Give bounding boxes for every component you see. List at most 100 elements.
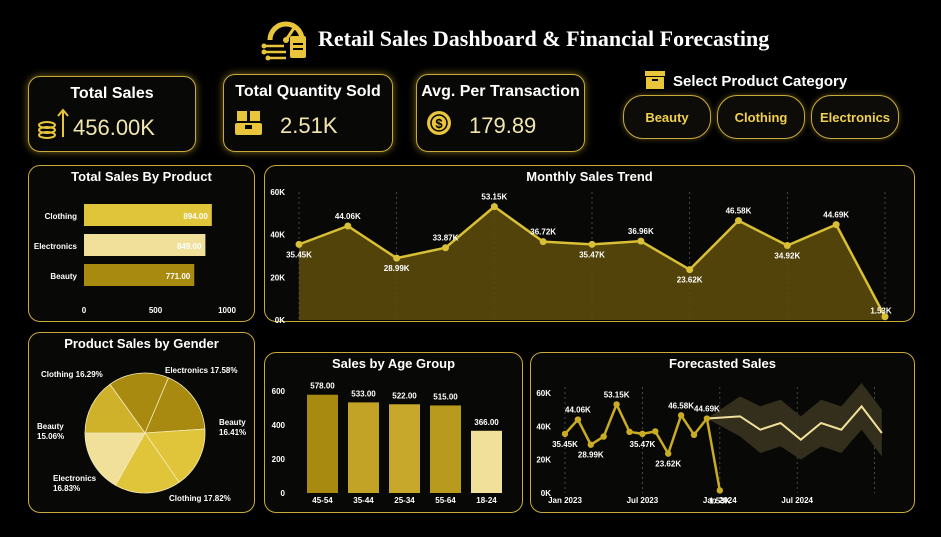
x-tick-label: 55-64 xyxy=(435,496,456,505)
x-tick-label: Jan 2023 xyxy=(548,496,582,505)
data-point xyxy=(613,401,620,408)
y-tick-label: 0 xyxy=(281,489,286,498)
slice-label: Clothing 17.82% xyxy=(169,494,231,503)
slicer-option-clothing[interactable]: Clothing xyxy=(717,95,805,139)
y-tick-label: Electronics xyxy=(34,242,78,251)
data-point xyxy=(344,222,352,230)
x-tick-label: 18-24 xyxy=(476,496,497,505)
data-point xyxy=(442,244,449,252)
slice-label-name: Beauty xyxy=(219,418,246,427)
data-point xyxy=(735,217,742,225)
kpi-total-quantity: Total Quantity Sold 2.51K xyxy=(223,74,393,152)
sales-by-gender-chart: Electronics 17.58%Beauty16.41%Clothing 1… xyxy=(37,366,246,503)
data-point xyxy=(561,430,569,438)
page-title: Retail Sales Dashboard & Financial Forec… xyxy=(318,26,770,51)
kpi-label: Total Quantity Sold xyxy=(235,83,381,100)
svg-text:$: $ xyxy=(435,116,443,131)
panel-monthly-trend: Monthly Sales Trend 0K 20K 40K 60K 35.45K 44.… xyxy=(264,165,915,323)
data-label: 44.69K xyxy=(823,211,849,220)
y-tick-label: 20K xyxy=(270,273,285,282)
bar xyxy=(471,430,502,493)
data-point xyxy=(574,416,582,423)
slicer-title: Select Product Category xyxy=(673,73,848,90)
data-label: 53.15K xyxy=(604,390,630,399)
data-label: 23.62K xyxy=(677,276,703,285)
bar xyxy=(389,404,420,493)
data-label: 849.00 xyxy=(177,242,202,251)
slicer-option-electronics[interactable]: Electronics xyxy=(811,95,899,139)
panel-forecast: Forecasted Sales 0K 20K 40K 60K 35.45K 44.06K… xyxy=(530,352,915,513)
data-label: 44.69K xyxy=(694,405,720,414)
data-point xyxy=(587,441,594,448)
data-label: 46.58K xyxy=(668,401,694,410)
dollar-coin-icon: $ xyxy=(427,111,451,135)
data-label: 34.92K xyxy=(774,252,800,261)
x-tick-label: 500 xyxy=(149,306,163,315)
y-tick-label: 40K xyxy=(270,231,285,240)
x-tick-label: Jul 2023 xyxy=(627,496,659,505)
data-point xyxy=(832,221,840,229)
dashboard-icon xyxy=(261,21,306,61)
data-point xyxy=(686,266,694,274)
data-point xyxy=(716,487,723,494)
data-point xyxy=(295,240,303,248)
data-label: 578.00 xyxy=(310,382,335,391)
data-label: 366.00 xyxy=(474,418,499,427)
data-label: 36.96K xyxy=(628,227,654,236)
kpi-value: 2.51K xyxy=(280,113,338,138)
data-label: 44.06K xyxy=(335,212,361,221)
x-tick-label: 35-44 xyxy=(353,496,374,505)
forecast-chart: 0K20K40K60K35.45K44.06K28.99K53.15K35.47… xyxy=(536,383,883,505)
kpi-value: 456.00K xyxy=(73,115,155,140)
bar xyxy=(348,402,379,493)
monthly-trend-chart: 0K 20K 40K 60K 35.45K 44.06K 28.99K 33.87K 53.15… xyxy=(270,188,892,323)
data-label: 35.47K xyxy=(579,250,605,259)
bar xyxy=(307,394,338,493)
slicer-option-beauty[interactable]: Beauty xyxy=(623,95,711,139)
data-point xyxy=(637,237,645,245)
data-point xyxy=(783,242,791,250)
data-label: 28.99K xyxy=(578,451,604,460)
data-label: 533.00 xyxy=(351,389,376,398)
sales-by-product-chart: Clothing 894.00 Electronics 849.00 Beauty 771… xyxy=(34,204,236,315)
y-tick-label: 40K xyxy=(536,422,551,431)
kpi-label: Total Sales xyxy=(70,85,154,102)
data-label: 46.58K xyxy=(726,207,752,216)
data-label: 44.06K xyxy=(565,406,591,415)
data-point xyxy=(539,238,547,246)
y-tick-label: Clothing xyxy=(45,212,78,221)
slice-label-pct: 16.83% xyxy=(53,484,80,493)
slice-label-name: Electronics xyxy=(53,474,97,483)
sales-by-age-chart: 0 200 400 600 578.00 45-54 533.00 35-44 522.00 25… xyxy=(272,382,502,505)
x-tick-label: Jul 2024 xyxy=(781,496,813,505)
slice-label: Electronics 17.58% xyxy=(165,366,237,375)
slice-label-pct: 15.06% xyxy=(37,432,64,441)
panel-sales-by-product: Total Sales By Product Clothing 894.00 Ele… xyxy=(28,165,255,322)
data-label: 35.45K xyxy=(552,440,578,449)
archive-box-icon xyxy=(645,71,665,89)
data-label: 35.47K xyxy=(630,440,656,449)
y-tick-label: 600 xyxy=(272,387,286,396)
data-label: 522.00 xyxy=(392,391,417,400)
y-tick-label: 0K xyxy=(275,316,285,323)
data-label: 33.87K xyxy=(433,234,459,243)
data-point xyxy=(703,415,711,422)
data-point xyxy=(626,428,633,435)
y-tick-label: 400 xyxy=(272,421,286,430)
y-tick-label: 20K xyxy=(536,456,551,465)
data-point xyxy=(393,254,401,262)
x-tick-label: 45-54 xyxy=(312,496,333,505)
slice-label-pct: 16.41% xyxy=(219,428,246,437)
data-label: 771.00 xyxy=(166,272,191,281)
slice-label-name: Beauty xyxy=(37,422,64,431)
kpi-label: Avg. Per Transaction xyxy=(421,83,580,100)
panel-sales-by-age: Sales by Age Group 0 200 400 600 578.00 45-54… xyxy=(264,352,523,513)
data-point xyxy=(639,430,646,438)
slice-label: Clothing 16.29% xyxy=(41,370,103,379)
data-label: 36.72K xyxy=(530,228,556,237)
data-label: 28.99K xyxy=(384,264,410,273)
boxes-icon xyxy=(235,111,262,135)
y-tick-label: 200 xyxy=(272,455,286,464)
y-tick-label: 60K xyxy=(270,188,285,197)
coins-growth-icon xyxy=(38,108,69,139)
